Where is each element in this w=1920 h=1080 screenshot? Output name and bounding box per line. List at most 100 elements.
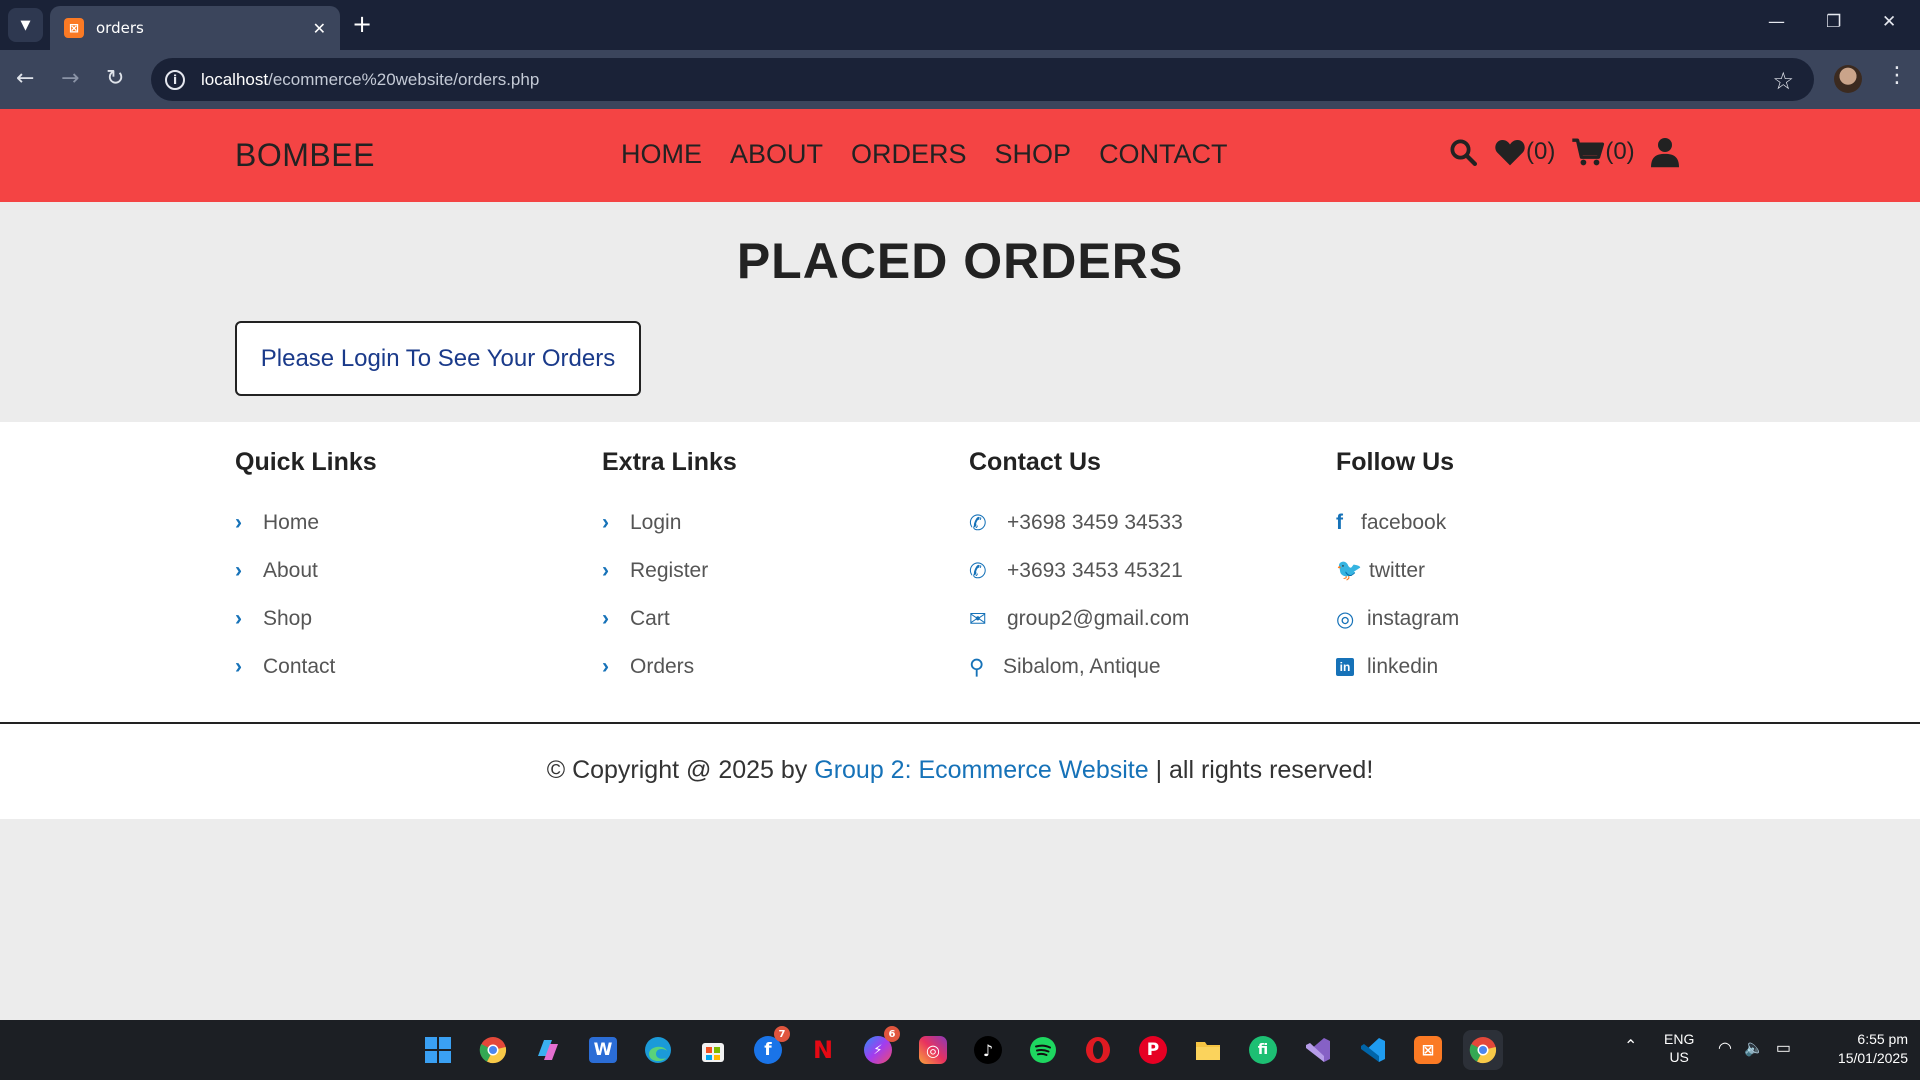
site-logo[interactable]: BOMBEE (235, 137, 375, 174)
nav-shop[interactable]: SHOP (995, 139, 1072, 170)
follow-column: Follow Us f facebook 🐦 twitter ◎ instagram … (1336, 448, 1459, 691)
fiverr-icon[interactable]: fi (1243, 1030, 1283, 1070)
browser-tab-bar: ▼ ⊠ orders ✕ + — ❐ ✕ (0, 0, 1920, 50)
pinterest-icon[interactable]: P (1133, 1030, 1173, 1070)
twitter-icon: 🐦 (1336, 559, 1363, 582)
nav-home[interactable]: HOME (621, 139, 702, 170)
phone-icon: ✆ (969, 511, 987, 535)
address-bar[interactable]: i localhost/ecommerce%20website/orders.p… (151, 58, 1814, 101)
edge-icon[interactable] (638, 1030, 678, 1070)
follow-twitter[interactable]: 🐦 twitter (1336, 547, 1459, 595)
vscode-icon[interactable] (1353, 1030, 1393, 1070)
browser-toolbar: ← → ↻ i localhost/ecommerce%20website/or… (0, 50, 1920, 109)
nav-contact[interactable]: CONTACT (1099, 139, 1228, 170)
cart-icon (1572, 138, 1605, 166)
extra-links-heading: Extra Links (602, 448, 737, 476)
volume-icon: 🔈 (1743, 1040, 1764, 1057)
chevron-right-icon: › (235, 511, 242, 534)
system-clock[interactable]: 6:55 pm 15/01/2025 (1812, 1030, 1908, 1068)
footer-link-shop[interactable]: › Shop (235, 595, 377, 643)
copyright-text: © Copyright @ 2025 by Group 2: Ecommerce… (546, 756, 1374, 784)
store-icon[interactable] (693, 1030, 733, 1070)
bookmark-star-icon[interactable]: ☆ (1772, 67, 1794, 95)
footer-link-cart[interactable]: › Cart (602, 595, 737, 643)
browser-tab[interactable]: ⊠ orders ✕ (50, 6, 340, 50)
follow-heading: Follow Us (1336, 448, 1455, 476)
copilot-icon[interactable] (528, 1030, 568, 1070)
language-indicator[interactable]: ENG US (1664, 1030, 1694, 1066)
back-arrow-icon[interactable]: ← (16, 66, 34, 92)
cart-link[interactable]: (0) (1571, 137, 1635, 167)
phone-icon: ✆ (969, 559, 987, 583)
windows-start-icon[interactable] (418, 1030, 458, 1070)
nav-about[interactable]: ABOUT (730, 139, 823, 170)
chrome-profile-icon[interactable] (1463, 1030, 1503, 1070)
tiktok-icon[interactable]: ♪ (968, 1030, 1008, 1070)
more-menu-icon[interactable]: ⋮ (1886, 63, 1908, 88)
contact-email[interactable]: ✉ group2@gmail.com (969, 595, 1189, 643)
quick-links-column: Quick Links › Home › About › Shop › Contact (235, 448, 377, 691)
battery-icon: ▭ (1775, 1040, 1792, 1057)
footer-link-contact[interactable]: › Contact (235, 643, 377, 691)
user-icon[interactable] (1650, 136, 1679, 168)
window-close-icon[interactable]: ✕ (1882, 12, 1896, 32)
chrome-icon[interactable] (473, 1030, 513, 1070)
file-explorer-icon[interactable] (1188, 1030, 1228, 1070)
tray-overflow-chevron-icon[interactable]: ⌃ (1624, 1036, 1637, 1056)
footer-link-orders[interactable]: › Orders (602, 643, 737, 691)
linkedin-icon: in (1336, 658, 1367, 676)
facebook-app-icon[interactable]: f7 (748, 1026, 790, 1070)
site-info-icon[interactable]: i (165, 69, 185, 90)
restore-icon[interactable]: ❐ (1826, 12, 1841, 32)
word-icon[interactable]: W (583, 1030, 623, 1070)
contact-phone-2[interactable]: ✆ +3693 3453 45321 (969, 547, 1189, 595)
wishlist-count: (0) (1526, 138, 1556, 165)
reload-icon[interactable]: ↻ (106, 66, 124, 92)
footer-link-about[interactable]: › About (235, 547, 377, 595)
xampp-favicon-icon: ⊠ (64, 18, 84, 38)
footer-link-login[interactable]: › Login (602, 499, 737, 547)
search-icon[interactable] (1448, 137, 1478, 167)
new-tab-plus-icon[interactable]: + (352, 11, 372, 37)
wishlist-link[interactable]: (0) (1494, 137, 1555, 167)
netflix-icon[interactable]: N (803, 1030, 843, 1070)
footer-link-home[interactable]: › Home (235, 499, 377, 547)
follow-instagram[interactable]: ◎ instagram (1336, 595, 1459, 643)
chevron-right-icon: › (235, 607, 242, 630)
copyright-brand-link[interactable]: Group 2: Ecommerce Website (814, 756, 1148, 784)
minimize-icon[interactable]: — (1768, 12, 1785, 32)
tray-status-icons[interactable]: ◠ 🔈 ▭ (1718, 1038, 1791, 1058)
page-title: PLACED ORDERS (736, 233, 1184, 289)
messenger-badge: 6 (884, 1026, 900, 1042)
extra-links-column: Extra Links › Login › Register › Cart › Orde… (602, 448, 737, 691)
visual-studio-icon[interactable] (1298, 1030, 1338, 1070)
contact-heading: Contact Us (969, 448, 1101, 476)
profile-avatar[interactable] (1834, 65, 1862, 93)
chevron-right-icon: › (602, 655, 609, 678)
quick-links-heading: Quick Links (235, 448, 377, 476)
follow-facebook[interactable]: f facebook (1336, 499, 1459, 547)
tab-title: orders (96, 19, 144, 37)
contact-phone-1[interactable]: ✆ +3698 3459 34533 (969, 499, 1189, 547)
spotify-icon[interactable] (1023, 1030, 1063, 1070)
wifi-icon: ◠ (1718, 1040, 1732, 1057)
chevron-right-icon: › (235, 655, 242, 678)
tab-search-button[interactable]: ▼ (8, 8, 43, 42)
windows-taskbar: W f7 N ⚡ 6 ◎ ♪ P fi ⊠ ⌃ ENG US ◠ 🔈 ▭ 6:55… (0, 1020, 1920, 1080)
opera-icon[interactable] (1078, 1030, 1118, 1070)
nav-orders[interactable]: ORDERS (851, 139, 967, 170)
footer-link-register[interactable]: › Register (602, 547, 737, 595)
instagram-app-icon[interactable]: ◎ (913, 1030, 953, 1070)
close-icon[interactable]: ✕ (313, 19, 326, 38)
forward-arrow-icon[interactable]: → (61, 66, 79, 92)
chevron-down-icon: ▼ (20, 17, 31, 33)
messenger-icon[interactable]: ⚡ 6 (858, 1026, 900, 1070)
follow-linkedin[interactable]: in linkedin (1336, 643, 1459, 691)
chevron-right-icon: › (235, 559, 242, 582)
main-nav: HOME ABOUT ORDERS SHOP CONTACT (621, 139, 1228, 170)
heart-icon (1495, 140, 1525, 166)
login-required-message: Please Login To See Your Orders (235, 321, 641, 396)
xampp-icon[interactable]: ⊠ (1408, 1030, 1448, 1070)
contact-address: ⚲ Sibalom, Antique (969, 655, 1161, 679)
facebook-badge: 7 (774, 1026, 790, 1042)
